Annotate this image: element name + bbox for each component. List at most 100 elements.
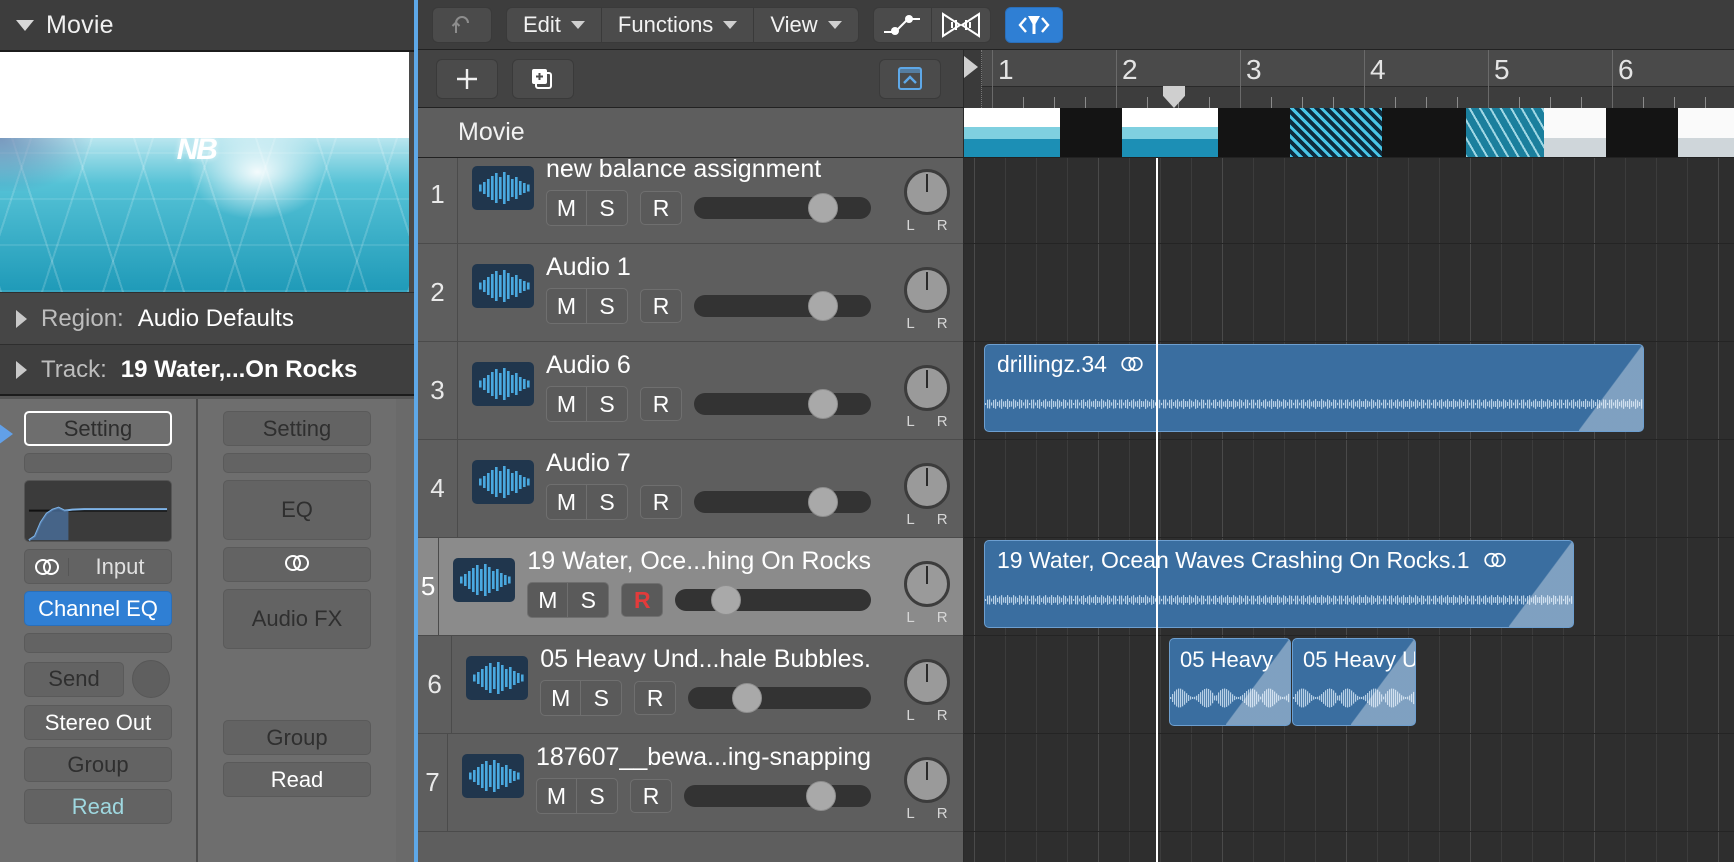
menu-functions[interactable]: Functions — [602, 7, 755, 42]
record-arm-button[interactable]: R — [640, 191, 682, 225]
track-header-row[interactable]: 3 Audio 6MSRLR — [418, 342, 963, 440]
snap-edit-icon[interactable] — [1004, 6, 1063, 43]
movie-thumbnail[interactable]: NB — [0, 52, 409, 292]
add-track-button[interactable] — [436, 58, 498, 99]
track-name[interactable]: 05 Heavy Und...hale Bubbles. — [540, 644, 871, 674]
output-slot[interactable]: Stereo Out — [24, 705, 172, 740]
output-stereo-slot[interactable] — [223, 547, 371, 582]
track-name[interactable]: 19 Water, Oce...hing On Rocks — [527, 546, 871, 576]
strip-blank-slot-1[interactable] — [24, 453, 172, 473]
strip-blank-slot-1[interactable] — [223, 453, 371, 473]
track-header-row[interactable]: 7 187607__bewa...ing-snapping M S R L R — [418, 734, 963, 832]
volume-slider-thumb[interactable] — [808, 487, 839, 517]
movie-filmstrip[interactable] — [964, 108, 1734, 157]
automation-mode-button[interactable]: Read — [24, 789, 172, 824]
region-fade-handle[interactable] — [1226, 639, 1290, 725]
audio-track-icon[interactable] — [472, 264, 534, 308]
mute-button[interactable]: M — [541, 681, 582, 715]
audio-track-icon[interactable] — [462, 754, 524, 798]
setting-button[interactable]: Setting — [24, 411, 172, 446]
audio-fx-slot[interactable]: Audio FX — [223, 589, 371, 649]
pan-knob[interactable] — [904, 365, 950, 411]
undo-arrow-icon[interactable] — [432, 6, 492, 43]
audio-region[interactable]: 05 Heavy U — [1292, 638, 1416, 726]
volume-slider[interactable] — [694, 389, 871, 419]
solo-button[interactable]: S — [587, 289, 627, 323]
send-level-knob[interactable] — [132, 660, 170, 698]
eq-curve-display[interactable] — [24, 480, 172, 542]
track-header-row[interactable]: 4 Audio 7MSRLR — [418, 440, 963, 538]
audio-track-icon[interactable] — [472, 460, 534, 504]
track-name[interactable]: Audio 7 — [546, 448, 871, 478]
duplicate-track-icon[interactable] — [512, 58, 574, 99]
record-arm-button[interactable]: R — [640, 289, 682, 323]
track-name[interactable]: Audio 1 — [546, 252, 871, 282]
audio-track-icon[interactable] — [472, 362, 534, 406]
region-fade-handle[interactable] — [1351, 639, 1415, 725]
mute-button[interactable]: M — [547, 387, 587, 421]
arrange-canvas[interactable]: 1 ⌄ drillingz.3419 Water, Ocean Waves Cr… — [964, 158, 1734, 862]
track-header-row[interactable]: 2 Audio 1MSRLR — [418, 244, 963, 342]
track-lane[interactable] — [964, 832, 1734, 862]
pan-knob[interactable] — [904, 463, 950, 509]
mute-button[interactable]: M — [547, 191, 587, 225]
track-name[interactable]: 187607__bewa...ing-snapping — [536, 742, 871, 772]
record-arm-button[interactable]: R — [640, 485, 682, 519]
track-name[interactable]: new balance assignment — [546, 158, 871, 184]
solo-button[interactable]: S — [587, 485, 627, 519]
inspector-region-row[interactable]: Region: Audio Defaults — [0, 292, 414, 344]
pan-knob[interactable] — [904, 659, 950, 705]
ruler-grip[interactable] — [964, 50, 982, 108]
group-slot[interactable]: Group — [24, 747, 172, 782]
triangle-down-icon[interactable] — [16, 19, 34, 31]
solo-button[interactable]: S — [581, 681, 621, 715]
setting-button[interactable]: Setting — [223, 411, 371, 446]
pan-knob[interactable] — [904, 561, 950, 607]
volume-slider-thumb[interactable] — [808, 193, 839, 223]
audio-track-icon[interactable] — [453, 558, 516, 602]
track-lane[interactable] — [964, 440, 1734, 538]
strip-blank-slot-2[interactable] — [24, 633, 172, 653]
track-lane[interactable] — [964, 244, 1734, 342]
volume-slider[interactable] — [684, 781, 871, 811]
track-lane[interactable] — [964, 734, 1734, 832]
automation-icon[interactable] — [874, 7, 932, 42]
mute-button[interactable]: M — [528, 583, 569, 617]
pan-knob[interactable] — [904, 169, 950, 215]
menu-view[interactable]: View — [754, 8, 857, 42]
channel-eq-plugin-slot[interactable]: Channel EQ — [24, 591, 172, 626]
flex-time-icon[interactable] — [932, 8, 990, 42]
region-fade-handle[interactable] — [1509, 541, 1573, 627]
volume-slider-thumb[interactable] — [808, 389, 839, 419]
track-lane[interactable] — [964, 158, 1734, 244]
input-slot[interactable]: Input — [24, 549, 172, 584]
mute-button[interactable]: M — [547, 485, 587, 519]
region-fade-handle[interactable] — [1579, 345, 1643, 431]
audio-region[interactable]: 19 Water, Ocean Waves Crashing On Rocks.… — [984, 540, 1574, 628]
volume-slider[interactable] — [688, 683, 871, 713]
send-slot[interactable]: Send — [24, 661, 124, 697]
mute-button[interactable]: M — [547, 289, 587, 323]
volume-slider[interactable] — [694, 291, 871, 321]
volume-slider[interactable] — [694, 487, 871, 517]
ruler-bars[interactable]: 1 2 3 4 5 6 — [982, 50, 1734, 108]
volume-slider-thumb[interactable] — [805, 781, 836, 811]
group-slot[interactable]: Group — [223, 720, 371, 755]
volume-slider-thumb[interactable] — [808, 291, 839, 321]
audio-region[interactable]: drillingz.34 — [984, 344, 1644, 432]
track-header-row[interactable]: 5 19 Water, Oce...hing On Rocks M S R L R — [418, 538, 963, 636]
solo-button[interactable]: S — [587, 387, 627, 421]
track-header-row[interactable]: 1 new balance assignment M S R L R — [418, 158, 963, 244]
record-arm-button[interactable]: R — [621, 583, 664, 617]
track-header-row[interactable]: 6 05 Heavy Und...hale Bubbles. M S R L R — [418, 636, 963, 734]
volume-slider-thumb[interactable] — [711, 585, 742, 615]
inspector-header[interactable]: Movie — [0, 0, 414, 52]
solo-button[interactable]: S — [568, 583, 608, 617]
audio-track-icon[interactable] — [466, 656, 529, 700]
movie-track-name[interactable]: Movie — [418, 108, 964, 157]
track-name[interactable]: Audio 6 — [546, 350, 871, 380]
triangle-right-icon[interactable] — [16, 360, 27, 379]
playhead[interactable] — [1156, 158, 1158, 862]
volume-slider[interactable] — [694, 193, 871, 223]
audio-region[interactable]: 05 Heavy — [1169, 638, 1291, 726]
